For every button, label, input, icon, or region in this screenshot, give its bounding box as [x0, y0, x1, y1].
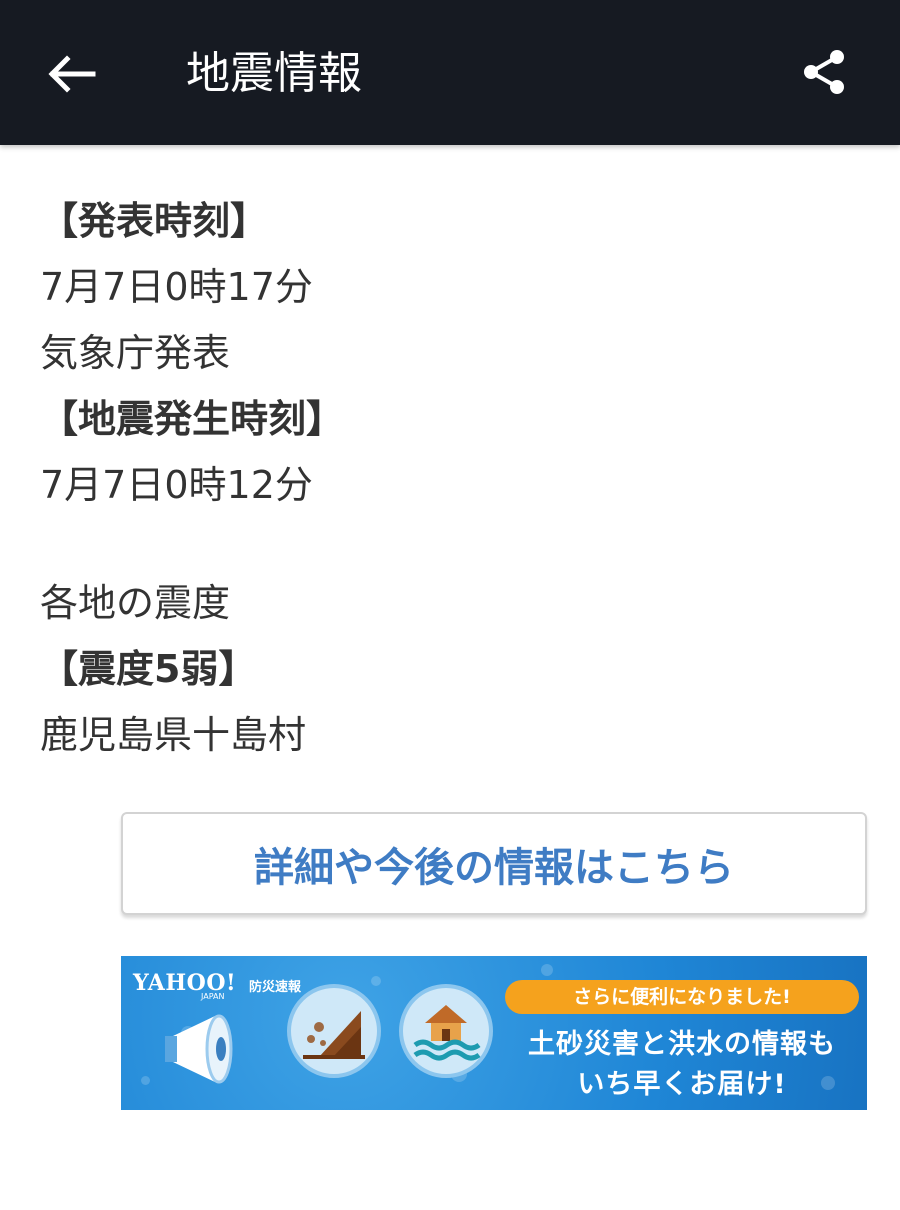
page-title: 地震情報 — [186, 48, 362, 99]
logo-japan: JAPAN — [201, 992, 225, 1001]
banner-line-2: いち早くお届け! — [577, 1069, 787, 1100]
detail-info-button[interactable]: 詳細や今後の情報はこちら — [121, 812, 867, 915]
banner-line-1: 土砂災害と洪水の情報も — [528, 1029, 836, 1060]
intensity-label: 各地の震度 — [40, 581, 231, 625]
water-drop — [541, 964, 553, 976]
flood-icon — [413, 1005, 481, 1061]
app-bar: 地震情報 — [0, 0, 900, 145]
intensity-heading: 【震度5弱】 — [40, 647, 257, 691]
back-button[interactable] — [38, 42, 106, 106]
intensity-area: 鹿児島県十島村 — [40, 713, 307, 757]
landslide-icon — [303, 1011, 365, 1059]
quake-info-body: 【発表時刻】 7月7日0時17分 気象庁発表 【地震発生時刻】 7月7日0時12… — [40, 188, 860, 768]
disaster-alert-banner[interactable]: YAHOO! 防災速報 JAPAN さらに便利になりました! 土砂災害と洪水の情… — [121, 956, 867, 1110]
share-icon — [804, 50, 844, 94]
landslide-circle — [287, 984, 381, 1078]
megaphone-icon — [165, 1014, 233, 1084]
quake-time: 7月7日0時12分 — [40, 463, 313, 507]
water-drop — [141, 1076, 150, 1085]
banner-pill: さらに便利になりました! — [505, 980, 859, 1014]
announce-time: 7月7日0時17分 — [40, 265, 313, 309]
back-arrow-icon — [48, 55, 96, 93]
announce-heading: 【発表時刻】 — [40, 199, 269, 243]
logo-subtitle: 防災速報 — [249, 980, 302, 995]
announcer: 気象庁発表 — [40, 331, 231, 375]
water-drop — [371, 976, 381, 986]
quake-heading: 【地震発生時刻】 — [40, 397, 345, 441]
share-button[interactable] — [792, 40, 856, 104]
flood-circle — [399, 984, 493, 1078]
